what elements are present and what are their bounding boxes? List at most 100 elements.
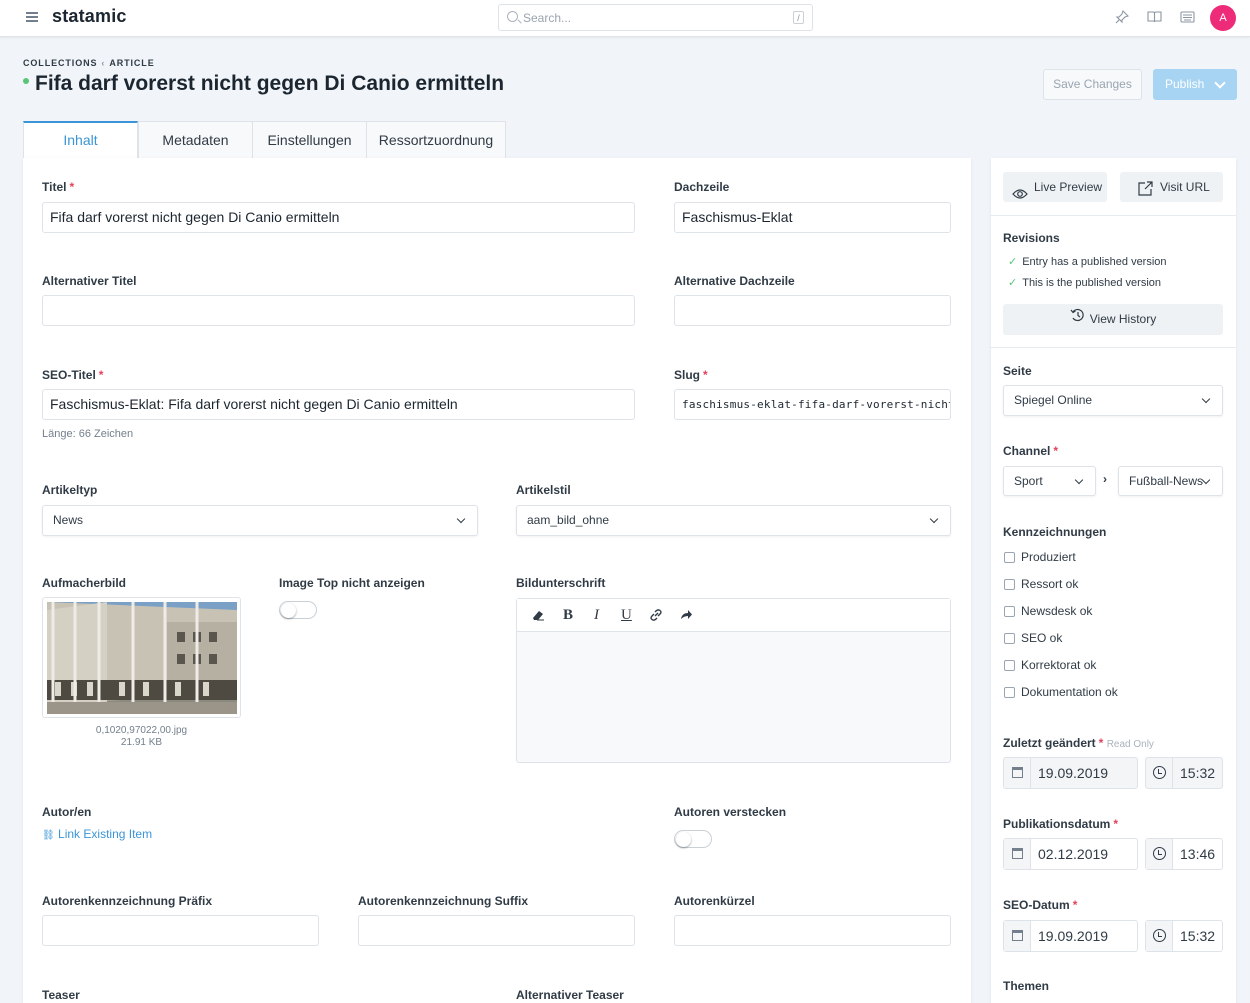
channel-label: Channel * [1003, 444, 1059, 458]
calendar-icon [1004, 921, 1031, 951]
tab-metadaten[interactable]: Metadaten [138, 121, 253, 158]
check-icon: ✓ [1008, 277, 1018, 289]
publikation-date-input[interactable]: 02.12.2019 [1003, 838, 1138, 870]
dokumentation-ok-checkbox[interactable] [1004, 687, 1015, 698]
chevron-down-icon [1214, 77, 1226, 89]
read-only-note: Read Only [1106, 739, 1154, 750]
tab-ressortzuordnung[interactable]: Ressortzuordnung [366, 121, 506, 158]
tab-inhalt[interactable]: Inhalt [23, 121, 138, 159]
view-history-button[interactable]: View History [1003, 304, 1223, 335]
newsdesk-ok-checkbox-label[interactable]: Newsdesk ok [1021, 604, 1092, 618]
tab-einstellungen[interactable]: Einstellungen [252, 121, 367, 158]
calendar-icon [1004, 758, 1031, 788]
save-changes-button[interactable]: Save Changes [1043, 69, 1142, 100]
publikation-time-input[interactable]: 13:46 [1145, 838, 1223, 870]
breadcrumb-article[interactable]: ARTICLE [109, 58, 154, 68]
slug-label: Slug * [674, 368, 708, 382]
redirect-icon[interactable] [679, 608, 693, 625]
search-icon [507, 11, 518, 22]
alt-dachzeile-label: Alternative Dachzeile [674, 274, 795, 288]
seo-ok-checkbox[interactable] [1004, 633, 1015, 644]
suffix-label: Autorenkennzeichnung Suffix [358, 894, 529, 908]
dachzeile-input[interactable]: Faschismus-Eklat [674, 202, 951, 233]
menu-icon[interactable] [26, 12, 38, 22]
aufmacherbild-label: Aufmacherbild [42, 576, 127, 590]
revisions-title: Revisions [1003, 231, 1060, 245]
page-title-text: Fifa darf vorerst nicht gegen Di Canio e… [35, 72, 505, 95]
aufmacherbild-thumbnail[interactable] [42, 597, 241, 718]
kuerzel-input[interactable] [674, 915, 951, 946]
statamic-logo[interactable]: statamic [52, 6, 127, 27]
teaser-label: Teaser [42, 988, 80, 1002]
published-status-dot [23, 78, 29, 85]
seo-ok-checkbox-label[interactable]: SEO ok [1021, 631, 1062, 645]
themen-label: Themen [1003, 979, 1050, 993]
dokumentation-ok-checkbox-label[interactable]: Dokumentation ok [1021, 685, 1118, 699]
visit-url-button[interactable]: Visit URL [1120, 172, 1223, 202]
newsdesk-ok-checkbox[interactable] [1004, 606, 1015, 617]
alt-titel-input[interactable] [42, 295, 635, 326]
chevron-down-icon [1201, 394, 1211, 404]
pin-icon[interactable] [1114, 9, 1130, 26]
suffix-input[interactable] [358, 915, 635, 946]
seo-titel-input[interactable]: Faschismus-Eklat: Fifa darf vorerst nich… [42, 389, 635, 420]
artikelstil-label: Artikelstil [516, 483, 571, 497]
publikation-date-value: 02.12.2019 [1038, 846, 1109, 862]
produziert-checkbox-label[interactable]: Produziert [1021, 550, 1076, 564]
link-icon[interactable] [649, 608, 663, 625]
titel-input[interactable]: Fifa darf vorerst nicht gegen Di Canio e… [42, 202, 635, 233]
seo-datum-date-input[interactable]: 19.09.2019 [1003, 920, 1138, 952]
alt-teaser-label: Alternativer Teaser [516, 988, 624, 1002]
dachzeile-label: Dachzeile [674, 180, 730, 194]
chevron-down-icon [1201, 475, 1211, 485]
produziert-checkbox[interactable] [1004, 552, 1015, 563]
book-icon[interactable] [1146, 10, 1162, 26]
alt-dachzeile-input[interactable] [674, 295, 951, 326]
autoren-verstecken-toggle[interactable] [674, 830, 712, 848]
praefix-label: Autorenkennzeichnung Präfix [42, 894, 213, 908]
top-bar: statamic Search... / A [0, 0, 1250, 37]
breadcrumb: COLLECTIONS ‹ ARTICLE [23, 58, 155, 68]
seite-select[interactable]: Spiegel Online [1003, 385, 1223, 416]
keyboard-icon[interactable] [1179, 10, 1195, 26]
bold-icon[interactable]: B [563, 607, 573, 624]
titel-label: Titel * [42, 180, 75, 194]
publish-button[interactable]: Publish [1153, 69, 1237, 100]
aufmacherbild-meta: 0,1020,97022,00.jpg 21.91 KB [42, 725, 241, 749]
editor-toolbar [517, 599, 950, 632]
publikation-time-value: 13:46 [1180, 846, 1216, 862]
seo-titel-length-hint: Länge: 66 Zeichen [42, 428, 134, 440]
channel-select[interactable]: Sport [1003, 466, 1096, 496]
autoren-label: Autor/en [42, 805, 92, 819]
korrektorat-ok-checkbox-label[interactable]: Korrektorat ok [1021, 658, 1096, 672]
revision-status-published: ✓ Entry has a published version [1008, 256, 1167, 268]
slug-input[interactable]: faschismus-eklat-fifa-darf-vorerst-nicht… [674, 389, 951, 420]
underline-icon[interactable]: U [621, 607, 632, 624]
artikelstil-select[interactable]: aam_bild_ohne [516, 505, 951, 536]
link-existing-item-link[interactable]: ⛓ Link Existing Item [42, 827, 152, 841]
zuletzt-label: Zuletzt geändert * Read Only [1003, 736, 1154, 750]
bildunterschrift-label: Bildunterschrift [516, 576, 606, 590]
user-avatar[interactable]: A [1210, 5, 1236, 31]
history-icon [1070, 303, 1085, 333]
bildunterschrift-editor[interactable]: B I U [516, 598, 951, 763]
ressort-ok-checkbox-label[interactable]: Ressort ok [1021, 577, 1078, 591]
live-preview-button[interactable]: Live Preview [1003, 172, 1107, 202]
image-top-label: Image Top nicht anzeigen [279, 576, 425, 590]
subchannel-select[interactable]: Fußball-News [1118, 466, 1223, 496]
artikeltyp-label: Artikeltyp [42, 483, 98, 497]
praefix-input[interactable] [42, 915, 319, 946]
artikeltyp-select[interactable]: News [42, 505, 478, 536]
zuletzt-date-field: 19.09.2019 [1003, 757, 1138, 789]
breadcrumb-collections[interactable]: COLLECTIONS [23, 58, 97, 68]
image-top-toggle[interactable] [279, 601, 317, 619]
calendar-icon [1004, 839, 1031, 869]
search-input[interactable]: Search... / [498, 4, 813, 31]
zuletzt-time-value: 15:32 [1180, 765, 1216, 781]
ressort-ok-checkbox[interactable] [1004, 579, 1015, 590]
building-photo [47, 602, 237, 714]
seo-datum-time-input[interactable]: 15:32 [1145, 920, 1223, 952]
eraser-icon[interactable] [531, 608, 545, 625]
korrektorat-ok-checkbox[interactable] [1004, 660, 1015, 671]
italic-icon[interactable]: I [594, 607, 599, 624]
